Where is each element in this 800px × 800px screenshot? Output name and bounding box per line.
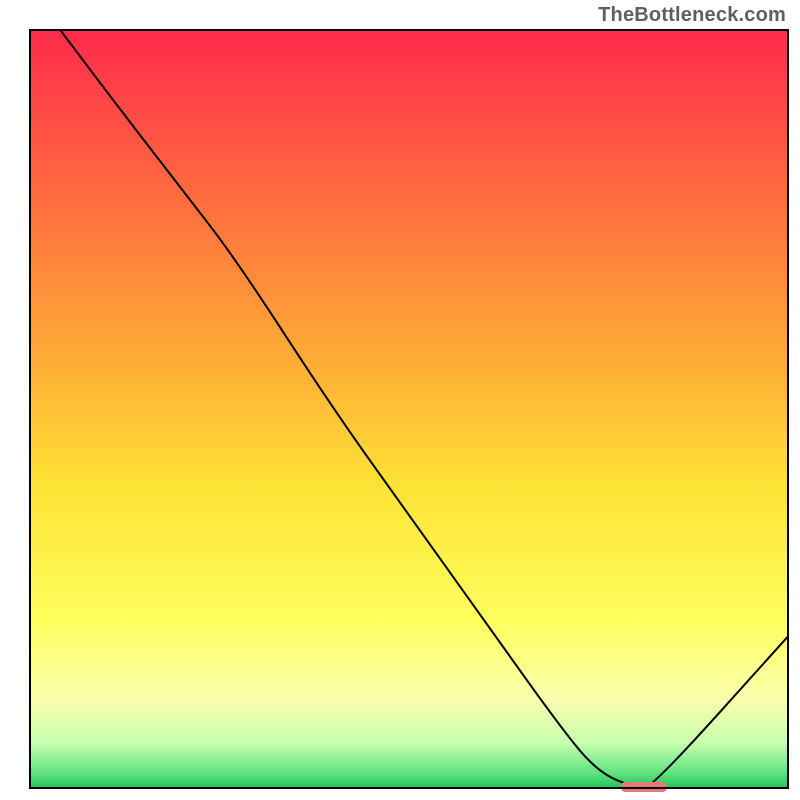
watermark-text: TheBottleneck.com <box>598 4 786 27</box>
plot-background <box>30 30 788 788</box>
bottleneck-chart <box>0 0 800 800</box>
chart-container: TheBottleneck.com <box>0 0 800 800</box>
